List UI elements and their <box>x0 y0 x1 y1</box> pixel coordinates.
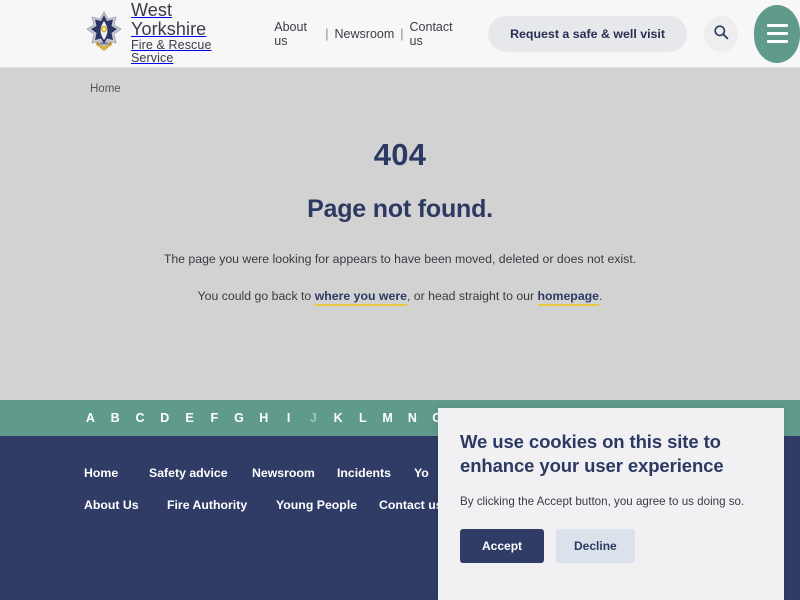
footer-link-safety-advice[interactable]: Safety advice <box>149 466 252 480</box>
page-root: West Yorkshire Fire & Rescue Service Abo… <box>0 0 800 600</box>
footer-link-your-area[interactable]: Yo <box>414 466 429 480</box>
main-content: 404 Page not found. The page you were lo… <box>0 95 800 400</box>
alphabet-letter-n[interactable]: N <box>400 411 425 425</box>
alphabet-letter-j: J <box>309 411 317 425</box>
nav-link-contact-us[interactable]: Contact us <box>410 20 465 48</box>
wyfrs-crest-icon <box>86 10 122 57</box>
hamburger-menu-button[interactable] <box>754 4 800 63</box>
error-description: The page you were looking for appears to… <box>163 252 637 266</box>
nav-link-newsroom[interactable]: Newsroom <box>335 27 395 41</box>
error-suggestion: You could go back to where you were, or … <box>0 289 800 306</box>
alphabet-letter-c[interactable]: C <box>128 411 153 425</box>
suggestion-prefix-text: You could go back to <box>197 289 315 303</box>
alphabet-letter-d[interactable]: D <box>152 411 177 425</box>
cookie-consent-banner: We use cookies on this site to enhance y… <box>438 408 784 600</box>
alphabet-letter-b[interactable]: B <box>103 411 128 425</box>
cookie-accept-button[interactable]: Accept <box>460 528 545 563</box>
search-button[interactable] <box>704 15 739 52</box>
alphabet-letter-g[interactable]: G <box>227 411 252 425</box>
alphabet-letter-i[interactable]: I <box>276 411 301 425</box>
cookie-banner-actions: Accept Decline <box>460 528 760 563</box>
error-code: 404 <box>373 137 427 172</box>
footer-link-home[interactable]: Home <box>84 466 149 480</box>
link-where-you-were[interactable]: where you were <box>314 289 407 306</box>
site-header: West Yorkshire Fire & Rescue Service Abo… <box>0 0 800 68</box>
alphabet-letter-a[interactable]: A <box>78 411 103 425</box>
brand-name-line1: West Yorkshire <box>131 0 207 40</box>
cookie-banner-title: We use cookies on this site to enhance y… <box>460 431 724 477</box>
suggestion-middle-text: , or head straight to our <box>406 289 538 303</box>
alphabet-letter-f[interactable]: F <box>202 411 227 425</box>
footer-link-newsroom[interactable]: Newsroom <box>252 466 337 480</box>
brand-text: West Yorkshire Fire & Rescue Service <box>131 1 249 65</box>
alphabet-letter-k[interactable]: K <box>326 411 351 425</box>
cookie-decline-button[interactable]: Decline <box>556 528 635 563</box>
alphabet-letter-e[interactable]: E <box>177 411 202 425</box>
footer-link-about-us[interactable]: About Us <box>84 498 167 512</box>
alphabet-letter-l[interactable]: L <box>350 411 375 425</box>
site-logo[interactable]: West Yorkshire Fire & Rescue Service <box>86 1 249 65</box>
nav-separator-1: | <box>325 26 329 41</box>
breadcrumb: Home <box>0 68 800 95</box>
hamburger-menu-icon-bar-3 <box>766 40 788 43</box>
request-safe-well-visit-button[interactable]: Request a safe & well visit <box>488 15 688 52</box>
hamburger-menu-icon-bar-2 <box>766 32 788 35</box>
nav-separator-2: | <box>400 26 404 41</box>
link-homepage[interactable]: homepage <box>537 289 600 306</box>
page-title: Page not found. <box>307 195 493 223</box>
suggestion-suffix-text: . <box>599 289 603 303</box>
nav-link-about-us[interactable]: About us <box>274 20 319 48</box>
hamburger-menu-icon-bar-1 <box>766 24 788 27</box>
footer-link-fire-authority[interactable]: Fire Authority <box>167 498 276 512</box>
footer-link-young-people[interactable]: Young People <box>276 498 379 512</box>
alphabet-letter-h[interactable]: H <box>251 411 276 425</box>
footer-link-incidents[interactable]: Incidents <box>337 466 414 480</box>
breadcrumb-item-home[interactable]: Home <box>90 83 121 95</box>
cookie-banner-subtitle: By clicking the Accept button, you agree… <box>460 494 745 508</box>
top-navigation: About us | Newsroom | Contact us <box>274 20 464 48</box>
alphabet-letter-m[interactable]: M <box>375 411 400 425</box>
brand-name-line2: Fire & Rescue Service <box>131 38 212 66</box>
search-icon <box>713 24 729 43</box>
